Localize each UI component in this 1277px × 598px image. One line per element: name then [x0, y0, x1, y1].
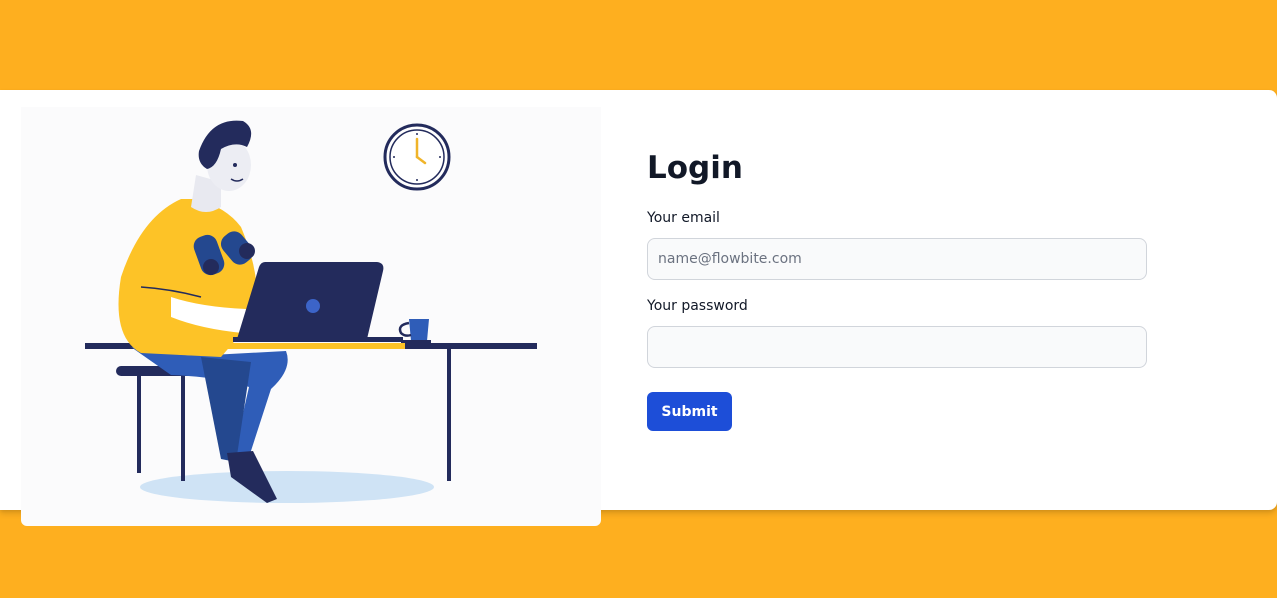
laptop-icon: [233, 262, 403, 342]
person-at-laptop-illustration: [21, 107, 601, 526]
email-label: Your email: [647, 210, 720, 226]
password-label: Your password: [647, 298, 748, 314]
chair-shape: [116, 366, 196, 481]
submit-button[interactable]: Submit: [647, 392, 732, 431]
person-torso-shape: [118, 199, 257, 357]
email-field-group: Your email: [647, 210, 1147, 280]
desk-shape: [85, 343, 537, 481]
coffee-cup-icon: [398, 319, 431, 343]
password-input[interactable]: [647, 326, 1147, 368]
login-form: Login Your email Your password Submit: [647, 150, 1147, 431]
page-title: Login: [647, 150, 743, 186]
login-card: Login Your email Your password Submit: [0, 90, 1277, 526]
person-head-shape: [191, 120, 252, 212]
illustration-svg: [85, 120, 537, 503]
email-input[interactable]: [647, 238, 1147, 280]
clock-icon: [383, 123, 451, 191]
password-field-group: Your password: [647, 298, 1147, 368]
